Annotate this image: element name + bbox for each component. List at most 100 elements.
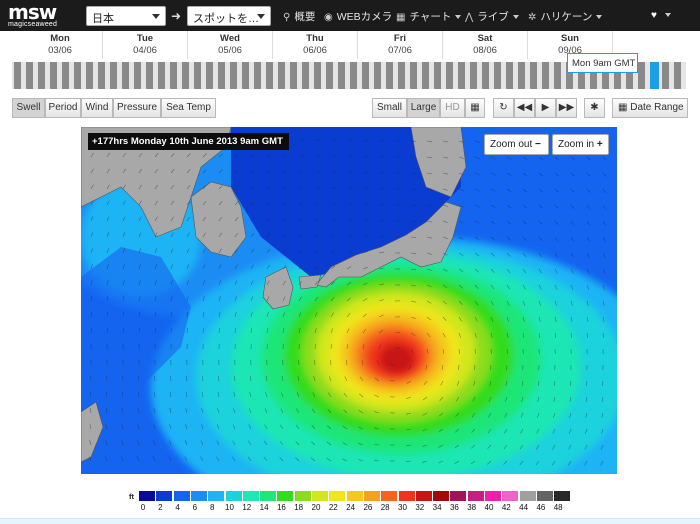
timeline-step[interactable] bbox=[506, 62, 513, 89]
day-column[interactable]: Thu 06/06 bbox=[273, 31, 358, 59]
timeline-step[interactable] bbox=[314, 62, 321, 89]
timeline-step[interactable] bbox=[194, 62, 201, 89]
timeline-step[interactable] bbox=[338, 62, 345, 89]
legend-swatch bbox=[242, 491, 259, 501]
tab-pressure[interactable]: Pressure bbox=[113, 98, 161, 118]
size-hd-button[interactable]: HD bbox=[440, 98, 465, 118]
timeline-step[interactable] bbox=[50, 62, 57, 89]
tab-period[interactable]: Period bbox=[45, 98, 81, 118]
timeline-step[interactable] bbox=[98, 62, 105, 89]
timeline-step[interactable] bbox=[230, 62, 237, 89]
timeline-step[interactable] bbox=[62, 62, 69, 89]
timeline-step[interactable] bbox=[362, 62, 369, 89]
timeline-step[interactable] bbox=[350, 62, 357, 89]
timeline-step[interactable] bbox=[206, 62, 213, 89]
refresh-button[interactable]: ↻ bbox=[493, 98, 514, 118]
favourites-menu[interactable]: ♥ bbox=[651, 9, 671, 21]
day-date: 05/06 bbox=[218, 45, 242, 56]
timeline-step[interactable] bbox=[74, 62, 81, 89]
timeline-step[interactable] bbox=[494, 62, 501, 89]
step-back-button[interactable]: ◀◀ bbox=[514, 98, 535, 118]
play-button[interactable]: ▶ bbox=[535, 98, 556, 118]
day-column[interactable]: Wed 05/06 bbox=[188, 31, 273, 59]
chevron-down-icon bbox=[152, 14, 160, 19]
date-range-button[interactable]: ▦ Date Range bbox=[612, 98, 688, 118]
region-select[interactable]: 日本 bbox=[86, 6, 166, 26]
grid-view-button[interactable]: ▦ bbox=[465, 98, 485, 118]
timeline-step[interactable] bbox=[302, 62, 309, 89]
settings-button[interactable]: ✱ bbox=[584, 98, 605, 118]
legend-swatch bbox=[519, 491, 536, 501]
legend-swatch bbox=[346, 491, 363, 501]
timeline-step[interactable] bbox=[134, 62, 141, 89]
step-forward-button[interactable]: ▶▶ bbox=[556, 98, 577, 118]
timeline-step[interactable] bbox=[398, 62, 405, 89]
timeline-step[interactable] bbox=[218, 62, 225, 89]
tab-wind[interactable]: Wind bbox=[81, 98, 113, 118]
timeline-step[interactable] bbox=[170, 62, 177, 89]
timeline-step[interactable] bbox=[422, 62, 429, 89]
timeline-step[interactable] bbox=[674, 62, 681, 89]
day-date: 08/06 bbox=[473, 45, 497, 56]
timeline-step[interactable] bbox=[410, 62, 417, 89]
nav-webcam[interactable]: ◉ WEBカメラ bbox=[324, 9, 392, 24]
activity-icon: ⋀ bbox=[465, 12, 474, 23]
legend-swatch bbox=[294, 491, 311, 501]
legend-swatch bbox=[312, 491, 328, 501]
spot-select[interactable]: スポットを… bbox=[187, 6, 271, 26]
legend-swatch bbox=[208, 491, 225, 501]
timeline-step[interactable] bbox=[638, 62, 645, 89]
timeline-step[interactable] bbox=[86, 62, 93, 89]
zoom-out-button[interactable]: Zoom out − bbox=[484, 134, 549, 155]
timeline-step[interactable] bbox=[158, 62, 165, 89]
timeline-step[interactable] bbox=[254, 62, 261, 89]
size-large-button[interactable]: Large bbox=[407, 98, 440, 118]
timeline-step[interactable] bbox=[182, 62, 189, 89]
day-column[interactable]: Tue 04/06 bbox=[103, 31, 188, 59]
nav-charts[interactable]: ▦ チャート bbox=[396, 9, 462, 24]
legend-swatch bbox=[415, 491, 432, 501]
legend-swatch bbox=[485, 491, 501, 501]
timeline-step[interactable] bbox=[14, 62, 21, 89]
top-navbar: msw magicseaweed 日本 ➜ スポットを… ⚲ 概要 ◉ WEBカメラ… bbox=[0, 0, 700, 31]
timeline-step[interactable] bbox=[662, 62, 669, 89]
timeline-step[interactable] bbox=[386, 62, 393, 89]
zoom-in-button[interactable]: Zoom in + bbox=[552, 134, 609, 155]
timeline-step[interactable] bbox=[518, 62, 525, 89]
timeline-step[interactable] bbox=[110, 62, 117, 89]
timeline-step[interactable] bbox=[554, 62, 561, 89]
timeline-step[interactable] bbox=[290, 62, 297, 89]
timeline-step[interactable] bbox=[278, 62, 285, 89]
timeline-step[interactable] bbox=[482, 62, 489, 89]
timeline-step[interactable] bbox=[434, 62, 441, 89]
day-name: Mon bbox=[50, 33, 70, 44]
timeline-step[interactable] bbox=[146, 62, 153, 89]
timeline-step[interactable] bbox=[266, 62, 273, 89]
timeline-step[interactable] bbox=[458, 62, 465, 89]
nav-overview[interactable]: ⚲ 概要 bbox=[283, 9, 315, 24]
day-column[interactable]: Sat 08/06 bbox=[443, 31, 528, 59]
timeline-step[interactable] bbox=[530, 62, 537, 89]
nav-hurricane[interactable]: ✲ ハリケーン bbox=[528, 9, 603, 24]
timeline-step[interactable] bbox=[326, 62, 333, 89]
timeline-step[interactable] bbox=[26, 62, 33, 89]
site-logo[interactable]: msw magicseaweed bbox=[8, 2, 72, 29]
tab-swell[interactable]: Swell bbox=[12, 98, 45, 118]
swell-map[interactable] bbox=[81, 127, 617, 474]
arrow-right-icon: ➜ bbox=[171, 9, 182, 23]
timeline-step[interactable] bbox=[446, 62, 453, 89]
timeline-step[interactable] bbox=[242, 62, 249, 89]
timeline-step[interactable] bbox=[470, 62, 477, 89]
nav-live[interactable]: ⋀ ライブ bbox=[465, 9, 519, 24]
timeline-step[interactable] bbox=[542, 62, 549, 89]
day-column[interactable]: Fri 07/06 bbox=[358, 31, 443, 59]
day-date: 04/06 bbox=[133, 45, 157, 56]
timeline-step[interactable] bbox=[122, 62, 129, 89]
tab-sea-temp[interactable]: Sea Temp bbox=[161, 98, 216, 118]
timeline-step[interactable] bbox=[38, 62, 45, 89]
timeline-step-selected[interactable] bbox=[650, 62, 659, 89]
hurricane-icon: ✲ bbox=[528, 12, 537, 23]
day-column[interactable]: Mon 03/06 bbox=[18, 31, 103, 59]
timeline-step[interactable] bbox=[374, 62, 381, 89]
size-small-button[interactable]: Small bbox=[372, 98, 407, 118]
